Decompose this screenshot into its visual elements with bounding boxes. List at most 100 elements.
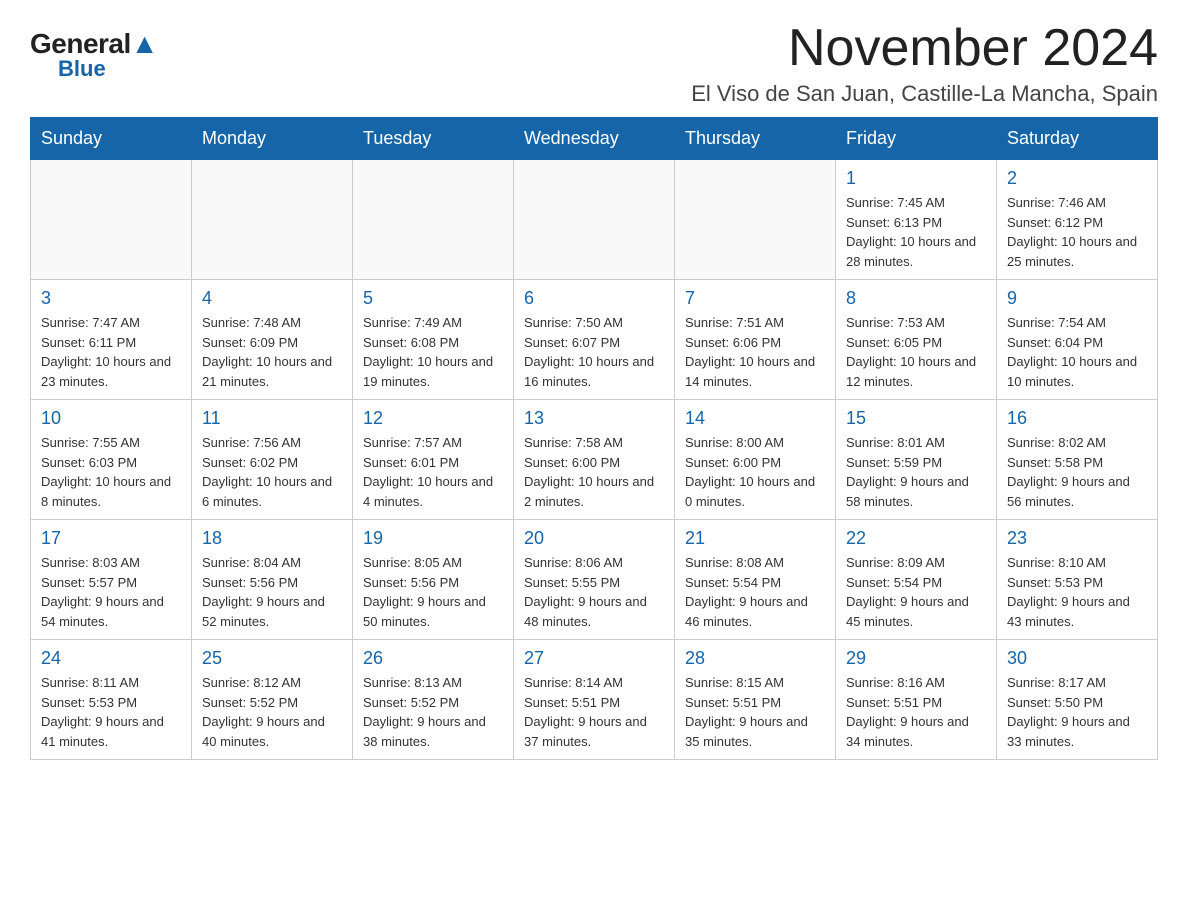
day-number: 25: [202, 648, 342, 669]
table-row: [31, 160, 192, 280]
calendar-week-row: 10 Sunrise: 7:55 AMSunset: 6:03 PMDayligh…: [31, 400, 1158, 520]
calendar-week-row: 3 Sunrise: 7:47 AMSunset: 6:11 PMDaylight…: [31, 280, 1158, 400]
day-info: Sunrise: 8:12 AMSunset: 5:52 PMDaylight:…: [202, 673, 342, 751]
table-row: 30 Sunrise: 8:17 AMSunset: 5:50 PMDayligh…: [997, 640, 1158, 760]
day-number: 1: [846, 168, 986, 189]
day-info: Sunrise: 7:49 AMSunset: 6:08 PMDaylight:…: [363, 313, 503, 391]
day-number: 21: [685, 528, 825, 549]
table-row: 25 Sunrise: 8:12 AMSunset: 5:52 PMDayligh…: [192, 640, 353, 760]
table-row: 28Sunrise: 8:15 AMSunset: 5:51 PMDayligh…: [675, 640, 836, 760]
day-info: Sunrise: 8:11 AMSunset: 5:53 PMDaylight:…: [41, 673, 181, 751]
table-row: 20 Sunrise: 8:06 AMSunset: 5:55 PMDayligh…: [514, 520, 675, 640]
day-info: Sunrise: 8:14 AMSunset: 5:51 PMDaylight:…: [524, 673, 664, 751]
col-wednesday: Wednesday: [514, 118, 675, 160]
day-info: Sunrise: 7:47 AMSunset: 6:11 PMDaylight:…: [41, 313, 181, 391]
logo: General▲ Blue: [30, 30, 158, 82]
table-row: 12Sunrise: 7:57 AMSunset: 6:01 PMDayligh…: [353, 400, 514, 520]
day-info: Sunrise: 8:04 AMSunset: 5:56 PMDaylight:…: [202, 553, 342, 631]
day-info: Sunrise: 8:00 AMSunset: 6:00 PMDaylight:…: [685, 433, 825, 511]
day-info: Sunrise: 8:17 AMSunset: 5:50 PMDaylight:…: [1007, 673, 1147, 751]
table-row: 8Sunrise: 7:53 AMSunset: 6:05 PMDaylight…: [836, 280, 997, 400]
table-row: 15Sunrise: 8:01 AMSunset: 5:59 PMDayligh…: [836, 400, 997, 520]
day-info: Sunrise: 7:54 AMSunset: 6:04 PMDaylight:…: [1007, 313, 1147, 391]
day-number: 19: [363, 528, 503, 549]
col-tuesday: Tuesday: [353, 118, 514, 160]
table-row: 4 Sunrise: 7:48 AMSunset: 6:09 PMDaylight…: [192, 280, 353, 400]
table-row: 29 Sunrise: 8:16 AMSunset: 5:51 PMDayligh…: [836, 640, 997, 760]
table-row: 3 Sunrise: 7:47 AMSunset: 6:11 PMDaylight…: [31, 280, 192, 400]
table-row: 26 Sunrise: 8:13 AMSunset: 5:52 PMDayligh…: [353, 640, 514, 760]
table-row: 27 Sunrise: 8:14 AMSunset: 5:51 PMDayligh…: [514, 640, 675, 760]
table-row: 23Sunrise: 8:10 AMSunset: 5:53 PMDayligh…: [997, 520, 1158, 640]
title-area: November 2024 El Viso de San Juan, Casti…: [691, 20, 1158, 107]
day-info: Sunrise: 7:45 AMSunset: 6:13 PMDaylight:…: [846, 193, 986, 271]
table-row: 5Sunrise: 7:49 AMSunset: 6:08 PMDaylight…: [353, 280, 514, 400]
table-row: 19Sunrise: 8:05 AMSunset: 5:56 PMDayligh…: [353, 520, 514, 640]
day-info: Sunrise: 8:16 AMSunset: 5:51 PMDaylight:…: [846, 673, 986, 751]
table-row: [353, 160, 514, 280]
table-row: 14 Sunrise: 8:00 AMSunset: 6:00 PMDayligh…: [675, 400, 836, 520]
calendar-table: Sunday Monday Tuesday Wednesday Thursday…: [30, 117, 1158, 760]
col-sunday: Sunday: [31, 118, 192, 160]
day-info: Sunrise: 8:01 AMSunset: 5:59 PMDaylight:…: [846, 433, 986, 511]
table-row: 24 Sunrise: 8:11 AMSunset: 5:53 PMDayligh…: [31, 640, 192, 760]
table-row: 6 Sunrise: 7:50 AMSunset: 6:07 PMDaylight…: [514, 280, 675, 400]
table-row: 2 Sunrise: 7:46 AMSunset: 6:12 PMDaylight…: [997, 160, 1158, 280]
day-number: 4: [202, 288, 342, 309]
day-number: 6: [524, 288, 664, 309]
table-row: 13 Sunrise: 7:58 AMSunset: 6:00 PMDayligh…: [514, 400, 675, 520]
calendar-header: Sunday Monday Tuesday Wednesday Thursday…: [31, 118, 1158, 160]
day-info: Sunrise: 7:51 AMSunset: 6:06 PMDaylight:…: [685, 313, 825, 391]
day-info: Sunrise: 7:48 AMSunset: 6:09 PMDaylight:…: [202, 313, 342, 391]
day-number: 24: [41, 648, 181, 669]
table-row: [675, 160, 836, 280]
day-number: 27: [524, 648, 664, 669]
logo-triangle-icon: ▲: [131, 28, 158, 59]
header-row: Sunday Monday Tuesday Wednesday Thursday…: [31, 118, 1158, 160]
day-info: Sunrise: 8:08 AMSunset: 5:54 PMDaylight:…: [685, 553, 825, 631]
logo-general-text: General▲: [30, 30, 158, 58]
day-number: 20: [524, 528, 664, 549]
calendar-body: 1 Sunrise: 7:45 AMSunset: 6:13 PMDaylight…: [31, 160, 1158, 760]
table-row: 18 Sunrise: 8:04 AMSunset: 5:56 PMDayligh…: [192, 520, 353, 640]
day-number: 10: [41, 408, 181, 429]
day-info: Sunrise: 8:13 AMSunset: 5:52 PMDaylight:…: [363, 673, 503, 751]
col-monday: Monday: [192, 118, 353, 160]
day-number: 13: [524, 408, 664, 429]
calendar-week-row: 1 Sunrise: 7:45 AMSunset: 6:13 PMDaylight…: [31, 160, 1158, 280]
table-row: 22 Sunrise: 8:09 AMSunset: 5:54 PMDayligh…: [836, 520, 997, 640]
day-info: Sunrise: 8:09 AMSunset: 5:54 PMDaylight:…: [846, 553, 986, 631]
col-thursday: Thursday: [675, 118, 836, 160]
table-row: [514, 160, 675, 280]
table-row: 17 Sunrise: 8:03 AMSunset: 5:57 PMDayligh…: [31, 520, 192, 640]
day-number: 8: [846, 288, 986, 309]
page-subtitle: El Viso de San Juan, Castille-La Mancha,…: [691, 81, 1158, 107]
day-number: 22: [846, 528, 986, 549]
day-info: Sunrise: 7:50 AMSunset: 6:07 PMDaylight:…: [524, 313, 664, 391]
table-row: 11Sunrise: 7:56 AMSunset: 6:02 PMDayligh…: [192, 400, 353, 520]
table-row: 16Sunrise: 8:02 AMSunset: 5:58 PMDayligh…: [997, 400, 1158, 520]
day-number: 16: [1007, 408, 1147, 429]
table-row: [192, 160, 353, 280]
table-row: 7Sunrise: 7:51 AMSunset: 6:06 PMDaylight…: [675, 280, 836, 400]
day-number: 29: [846, 648, 986, 669]
table-row: 1 Sunrise: 7:45 AMSunset: 6:13 PMDaylight…: [836, 160, 997, 280]
day-number: 14: [685, 408, 825, 429]
day-info: Sunrise: 7:57 AMSunset: 6:01 PMDaylight:…: [363, 433, 503, 511]
day-number: 2: [1007, 168, 1147, 189]
day-info: Sunrise: 7:55 AMSunset: 6:03 PMDaylight:…: [41, 433, 181, 511]
table-row: 21 Sunrise: 8:08 AMSunset: 5:54 PMDayligh…: [675, 520, 836, 640]
day-number: 18: [202, 528, 342, 549]
day-info: Sunrise: 8:03 AMSunset: 5:57 PMDaylight:…: [41, 553, 181, 631]
day-info: Sunrise: 7:46 AMSunset: 6:12 PMDaylight:…: [1007, 193, 1147, 271]
calendar-week-row: 24 Sunrise: 8:11 AMSunset: 5:53 PMDayligh…: [31, 640, 1158, 760]
day-number: 30: [1007, 648, 1147, 669]
day-info: Sunrise: 8:15 AMSunset: 5:51 PMDaylight:…: [685, 673, 825, 751]
table-row: 9Sunrise: 7:54 AMSunset: 6:04 PMDaylight…: [997, 280, 1158, 400]
day-info: Sunrise: 8:06 AMSunset: 5:55 PMDaylight:…: [524, 553, 664, 631]
day-number: 3: [41, 288, 181, 309]
day-number: 17: [41, 528, 181, 549]
col-friday: Friday: [836, 118, 997, 160]
day-info: Sunrise: 7:58 AMSunset: 6:00 PMDaylight:…: [524, 433, 664, 511]
day-number: 26: [363, 648, 503, 669]
